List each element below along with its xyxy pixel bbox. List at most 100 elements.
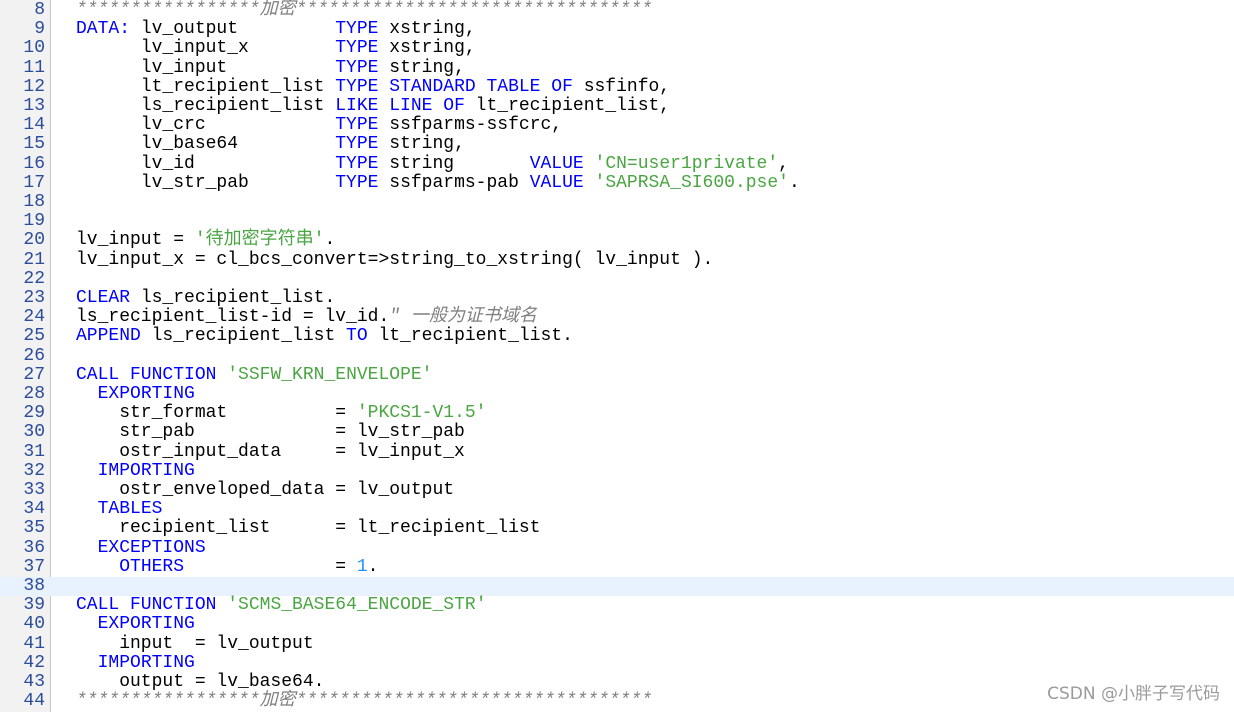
token-kw: VALUE xyxy=(529,153,584,174)
token-text: ostr_input_data = lv_input_x xyxy=(76,441,465,462)
code-text: CALL FUNCTION 'SCMS_BASE64_ENCODE_STR' xyxy=(76,596,487,615)
line-number: 31 xyxy=(23,441,45,462)
token-text: xstring, xyxy=(378,19,476,40)
token-text: input = lv_output xyxy=(76,633,314,654)
code-text: recipient_list = lt_recipient_list xyxy=(76,519,540,538)
code-line[interactable]: 15 lv_base64 TYPE string, xyxy=(0,135,1234,154)
code-text: EXCEPTIONS xyxy=(76,537,206,558)
code-line[interactable]: 22 xyxy=(0,269,1234,289)
line-number: 30 xyxy=(23,422,45,443)
code-line[interactable]: 12 lt_recipient_list TYPE STANDARD TABLE… xyxy=(0,77,1234,97)
line-number: 24 xyxy=(23,307,45,328)
token-cmt: *****************加密*********************… xyxy=(76,0,653,20)
line-number: 32 xyxy=(23,460,45,481)
line-number: 25 xyxy=(23,326,45,347)
code-text: EXPORTING xyxy=(76,615,195,634)
token-text: . xyxy=(324,230,336,251)
token-kw: EXPORTING xyxy=(97,384,195,404)
token-kw: TO xyxy=(346,326,368,347)
code-line[interactable]: 23 CLEAR ls_recipient_list. xyxy=(0,288,1234,308)
code-line[interactable]: 33 ostr_enveloped_data = lv_output xyxy=(0,480,1234,500)
code-text: IMPORTING xyxy=(76,460,195,481)
code-line[interactable]: 28 EXPORTING xyxy=(0,384,1234,404)
token-kw: EXCEPTIONS xyxy=(97,537,206,558)
token-cmt: *****************加密*********************… xyxy=(76,691,653,712)
code-editor[interactable]: 8 *****************加密********************… xyxy=(0,0,1234,712)
code-line[interactable]: 24 ls_recipient_list-id = lv_id." 一般为证书域名 xyxy=(0,307,1234,328)
token-str: 'SAPRSA_SI600.pse' xyxy=(594,172,789,193)
code-line[interactable]: 17 lv_str_pab TYPE ssfparms-pab VALUE 'S… xyxy=(0,172,1234,193)
code-line[interactable]: 8 *****************加密********************… xyxy=(0,0,1234,20)
line-number: 17 xyxy=(23,172,45,193)
token-kw: IMPORTING xyxy=(97,652,195,673)
line-number: 13 xyxy=(23,96,45,116)
token-kw: DATA: xyxy=(76,19,131,40)
code-line[interactable]: 40 EXPORTING xyxy=(0,615,1234,634)
code-line[interactable]: 42 IMPORTING xyxy=(0,652,1234,673)
code-line[interactable]: 30 str_pab = lv_str_pab xyxy=(0,423,1234,442)
code-line[interactable]: 19 xyxy=(0,211,1234,232)
token-kw: TYPE xyxy=(335,115,379,136)
watermark: CSDN @小胖子写代码 xyxy=(1047,684,1220,704)
line-number: 41 xyxy=(23,633,45,654)
code-line[interactable]: 38 xyxy=(0,576,1234,597)
code-line[interactable]: 20 lv_input = '待加密字符串'. xyxy=(0,231,1234,250)
line-number: 10 xyxy=(23,38,45,59)
code-line[interactable]: 10 lv_input_x TYPE xstring, xyxy=(0,39,1234,58)
code-text: lv_id TYPE string VALUE 'CN=user1private… xyxy=(76,153,789,174)
token-text: lv_input xyxy=(76,57,336,78)
code-line[interactable]: 21 lv_input_x = cl_bcs_convert=>string_to… xyxy=(0,250,1234,270)
code-line[interactable]: 39 CALL FUNCTION 'SCMS_BASE64_ENCODE_STR' xyxy=(0,595,1234,615)
line-number: 23 xyxy=(23,288,45,308)
code-line[interactable]: 41 input = lv_output xyxy=(0,633,1234,654)
line-number: 44 xyxy=(23,691,45,712)
code-text: input = lv_output xyxy=(76,633,314,654)
code-text: lv_base64 TYPE string, xyxy=(76,135,465,154)
code-text: str_pab = lv_str_pab xyxy=(76,423,465,442)
code-line[interactable]: 34 TABLES xyxy=(0,499,1234,520)
token-text: str_format = xyxy=(76,403,357,424)
code-line[interactable]: 25 APPEND ls_recipient_list TO lt_recipie… xyxy=(0,327,1234,346)
line-number: 18 xyxy=(23,192,45,212)
code-text: lv_input_x = cl_bcs_convert=>string_to_x… xyxy=(76,250,713,270)
line-number: 19 xyxy=(23,211,45,232)
code-text: lv_str_pab TYPE ssfparms-pab VALUE 'SAPR… xyxy=(76,172,800,193)
token-text: . xyxy=(367,556,379,577)
line-number: 14 xyxy=(23,115,45,136)
code-line[interactable]: 27 CALL FUNCTION 'SSFW_KRN_ENVELOPE' xyxy=(0,365,1234,385)
token-kw: IMPORTING xyxy=(97,460,195,481)
code-line[interactable]: 16 lv_id TYPE string VALUE 'CN=user1priv… xyxy=(0,153,1234,174)
code-line[interactable]: 29 str_format = 'PKCS1-V1.5' xyxy=(0,403,1234,424)
token-text: , xyxy=(778,153,789,174)
code-line[interactable]: 14 lv_crc TYPE ssfparms-ssfcrc, xyxy=(0,115,1234,136)
token-kw: TYPE xyxy=(335,19,379,40)
token-kw: OTHERS xyxy=(119,556,185,577)
token-text: recipient_list = lt_recipient_list xyxy=(76,518,541,539)
code-line[interactable]: 11 lv_input TYPE string, xyxy=(0,57,1234,78)
token-text: ssfparms-pab xyxy=(378,172,530,193)
code-line[interactable]: 37 OTHERS = 1. xyxy=(0,556,1234,577)
code-line[interactable]: 13 ls_recipient_list LIKE LINE OF lt_rec… xyxy=(0,96,1234,116)
code-text: lv_input_x TYPE xstring, xyxy=(76,39,476,58)
code-line[interactable]: 31 ostr_input_data = lv_input_x xyxy=(0,441,1234,462)
line-number: 34 xyxy=(23,499,45,520)
code-line[interactable]: 26 xyxy=(0,346,1234,366)
code-line[interactable]: 18 xyxy=(0,192,1234,212)
line-number: 11 xyxy=(23,57,45,78)
code-line[interactable]: 36 EXCEPTIONS xyxy=(0,537,1234,558)
code-line[interactable]: 35 recipient_list = lt_recipient_list xyxy=(0,519,1234,538)
code-text: lv_input = '待加密字符串'. xyxy=(76,231,335,250)
token-cmt: " 一般为证书域名 xyxy=(389,307,537,328)
code-line[interactable]: 9 DATA: lv_output TYPE xstring, xyxy=(0,19,1234,40)
code-text: TABLES xyxy=(76,499,163,519)
token-text: ls_recipient_list. xyxy=(130,288,336,308)
code-line[interactable]: 32 IMPORTING xyxy=(0,460,1234,481)
token-text: string, xyxy=(378,57,465,78)
line-number: 9 xyxy=(34,19,45,40)
token-kw: TYPE xyxy=(335,153,379,174)
